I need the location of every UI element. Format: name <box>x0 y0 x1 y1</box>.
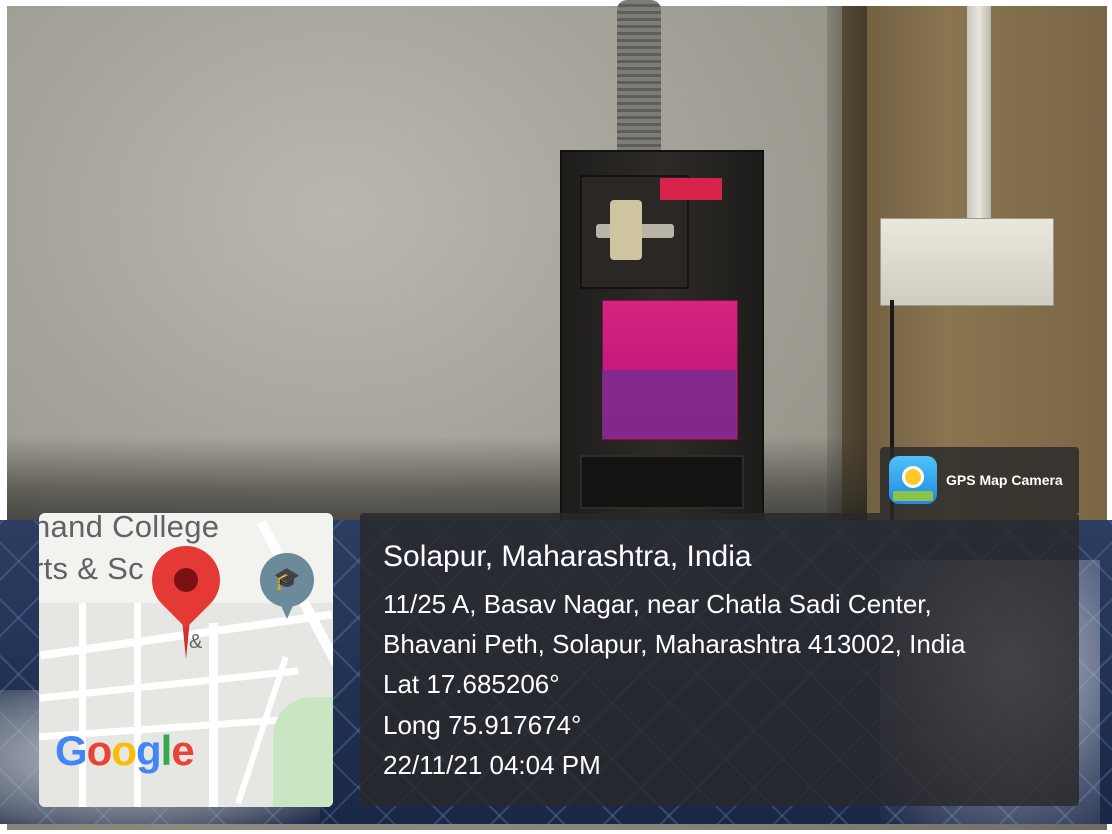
address-line-2: Bhavani Peth, Solapur, Maharashtra 41300… <box>383 629 966 659</box>
google-logo-letter: o <box>86 727 113 774</box>
map-park <box>273 697 333 807</box>
google-logo-letter: l <box>160 727 173 774</box>
wall-socket <box>880 218 1054 306</box>
map-label-amp: & <box>189 631 203 653</box>
map-road <box>134 603 141 807</box>
graduation-cap-icon: 🎓 <box>273 566 301 591</box>
address-line-1: 11/25 A, Basav Nagar, near Chatla Sadi C… <box>383 589 932 619</box>
gps-icon-base <box>893 491 933 501</box>
google-logo-letter: g <box>135 727 162 774</box>
google-logo-letter: G <box>55 727 88 774</box>
gps-icon-lens <box>902 466 924 488</box>
google-logo-letter: o <box>111 727 137 774</box>
map-pin-dot <box>174 568 198 592</box>
location-title: Solapur, Maharashtra, India <box>383 540 752 573</box>
red-label <box>660 178 722 200</box>
wall-conduit <box>967 6 991 231</box>
coin-knob <box>610 200 642 260</box>
map-thumbnail: nand College rts & Sc ce & 🎓 Google <box>39 513 333 807</box>
flexible-pipe <box>617 0 661 160</box>
timestamp: 22/11/21 04:04 PM <box>383 750 601 780</box>
google-logo-letter: e <box>171 727 194 774</box>
dispense-slot <box>580 455 744 509</box>
google-logo: Google <box>55 727 195 775</box>
map-label-college: nand College <box>39 513 220 544</box>
latitude: Lat 17.685206° <box>383 669 560 699</box>
longitude: Long 75.917674° <box>383 710 582 740</box>
poster-band <box>602 370 736 438</box>
map-road <box>79 603 86 807</box>
map-road <box>209 623 218 807</box>
gps-app-label: GPS Map Camera <box>946 472 1063 488</box>
